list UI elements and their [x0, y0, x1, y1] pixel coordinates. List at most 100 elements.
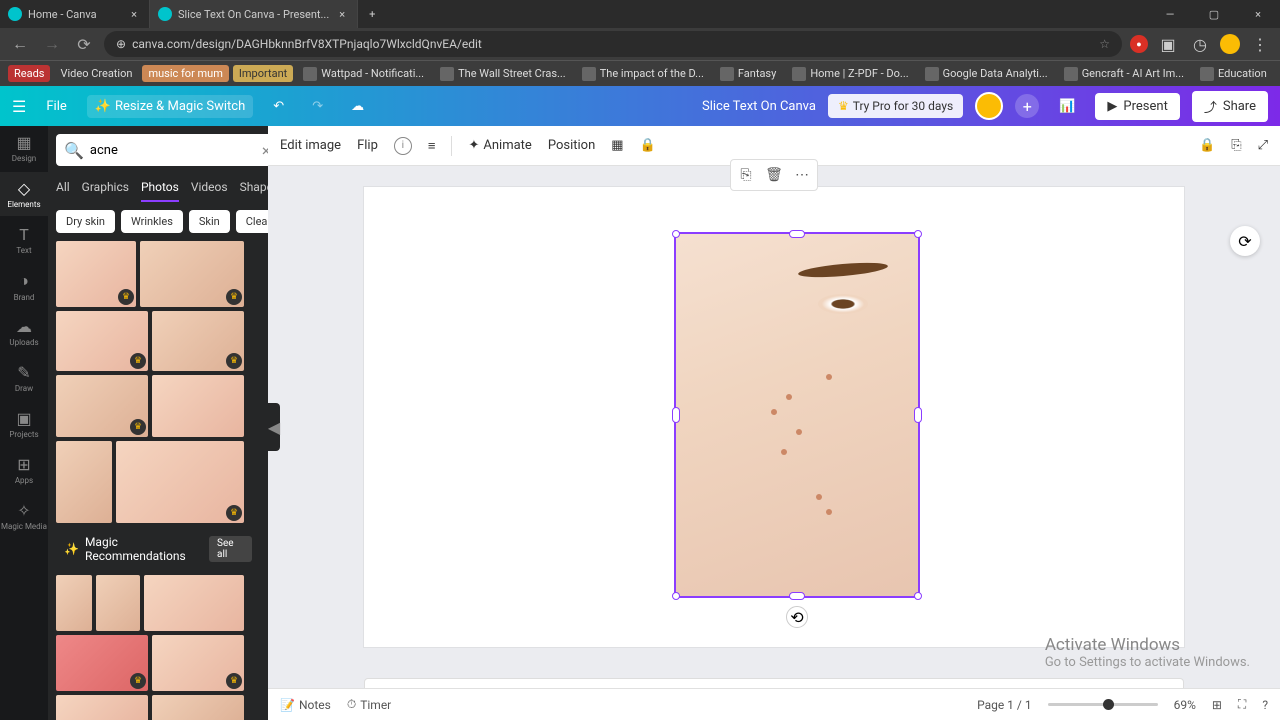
zoom-value[interactable]: 69% — [1174, 698, 1196, 712]
close-icon[interactable]: × — [127, 7, 141, 21]
minimize-button[interactable]: — — [1148, 0, 1192, 28]
more-icon[interactable]: ⋯ — [789, 162, 815, 188]
search-field[interactable] — [90, 143, 256, 158]
page-indicator[interactable]: Page 1 / 1 — [977, 698, 1032, 712]
photo-result[interactable] — [144, 575, 244, 631]
photo-result[interactable] — [56, 575, 92, 631]
bookmark[interactable]: Gencraft - AI Art Im... — [1058, 65, 1190, 83]
resize-handle[interactable] — [789, 230, 805, 238]
delete-icon[interactable]: 🗑 — [761, 162, 787, 188]
share-button[interactable]: ⤴Share — [1192, 91, 1268, 122]
photo-result[interactable]: ♛ — [152, 311, 244, 371]
tab-shapes[interactable]: Shapes — [240, 174, 268, 202]
grid-view-icon[interactable]: ⊞ — [1212, 698, 1222, 712]
tab-photos[interactable]: Photos — [141, 174, 179, 202]
url-input[interactable]: ⊕ canva.com/design/DAGHbknnBrfV8XTPnjaql… — [104, 31, 1122, 57]
rail-apps[interactable]: ⊞Apps — [0, 448, 48, 492]
zoom-thumb[interactable] — [1103, 699, 1114, 710]
resize-handle[interactable] — [672, 407, 680, 423]
resize-handle[interactable] — [789, 592, 805, 600]
page[interactable]: ⎘ 🗑 ⋯ — [364, 187, 1184, 647]
photo-result[interactable] — [152, 375, 244, 437]
rail-text[interactable]: TText — [0, 218, 48, 262]
see-all-button[interactable]: See all — [209, 536, 252, 562]
photo-result[interactable] — [56, 441, 112, 523]
rail-elements[interactable]: ◇Elements — [0, 172, 48, 216]
bookmark[interactable]: Google Data Analyti... — [919, 65, 1054, 83]
new-tab-button[interactable]: + — [358, 8, 386, 21]
lock-page-icon[interactable]: 🔒 — [1199, 138, 1215, 153]
bookmark[interactable]: Video Creation — [54, 65, 138, 82]
photo-result[interactable]: ♛ — [56, 375, 148, 437]
photo-result[interactable]: ♛ — [56, 635, 148, 691]
duplicate-page-icon[interactable]: ⎘ — [1231, 138, 1241, 153]
bookmark[interactable]: Important — [233, 65, 293, 82]
timer-button[interactable]: ⏱Timer — [347, 697, 391, 712]
rail-uploads[interactable]: ☁Uploads — [0, 310, 48, 354]
photo-result[interactable]: ♛ — [152, 635, 244, 691]
expand-icon[interactable]: ⤢ — [1258, 138, 1268, 153]
redo-button[interactable]: ↷ — [304, 95, 331, 118]
chip-clear[interactable]: Clear — [236, 210, 268, 233]
cloud-status-icon[interactable]: ☁ — [343, 95, 372, 118]
position-button[interactable]: Position — [548, 138, 595, 153]
fullscreen-icon[interactable]: ⛶ — [1238, 697, 1246, 712]
menu-icon[interactable]: ☰ — [12, 97, 26, 116]
rail-design[interactable]: ▦Design — [0, 126, 48, 170]
menu-icon[interactable]: ⋮ — [1248, 32, 1272, 56]
reload-button[interactable]: ⟳ — [72, 32, 96, 56]
flip-button[interactable]: Flip — [357, 138, 378, 153]
extension-icon[interactable]: ▣ — [1156, 32, 1180, 56]
resize-handle[interactable] — [672, 230, 680, 238]
chip-skin[interactable]: Skin — [189, 210, 230, 233]
undo-button[interactable]: ↶ — [265, 95, 292, 118]
tab-graphics[interactable]: Graphics — [82, 174, 129, 202]
bookmark[interactable]: The Wall Street Cras... — [434, 65, 572, 83]
chip-wrinkles[interactable]: Wrinkles — [121, 210, 183, 233]
browser-tab[interactable]: Slice Text On Canva - Present... × — [150, 0, 358, 28]
profile-avatar[interactable] — [1220, 34, 1240, 54]
rail-projects[interactable]: ▣Projects — [0, 402, 48, 446]
photo-result[interactable] — [56, 695, 148, 720]
try-pro-button[interactable]: ♛Try Pro for 30 days — [828, 94, 963, 118]
resize-handle[interactable] — [672, 592, 680, 600]
bookmark[interactable]: Home | Z-PDF - Do... — [786, 65, 914, 83]
photo-result[interactable] — [152, 695, 244, 720]
canvas-viewport[interactable]: ⟳ ⎘ 🗑 ⋯ — [268, 166, 1280, 668]
close-icon[interactable]: × — [335, 7, 349, 21]
forward-button[interactable]: → — [40, 32, 64, 56]
bookmark[interactable]: Reads — [8, 65, 50, 82]
present-button[interactable]: ▶Present — [1095, 93, 1179, 120]
user-avatar[interactable] — [975, 92, 1003, 120]
notes-button[interactable]: 📝Notes — [280, 698, 331, 712]
animate-button[interactable]: ✦Animate — [468, 138, 531, 153]
resize-button[interactable]: ✨Resize & Magic Switch — [87, 95, 254, 118]
refresh-icon[interactable]: ⟳ — [1230, 226, 1260, 256]
close-window-button[interactable]: × — [1236, 0, 1280, 28]
bookmark[interactable]: Fantasy — [714, 65, 782, 83]
rail-brand[interactable]: ◑Brand — [0, 264, 48, 308]
resize-handle[interactable] — [914, 592, 922, 600]
add-member-button[interactable]: + — [1015, 94, 1039, 118]
browser-tab[interactable]: Home - Canva × — [0, 0, 150, 28]
tab-all[interactable]: All — [56, 174, 70, 202]
maximize-button[interactable]: ▢ — [1192, 0, 1236, 28]
duplicate-icon[interactable]: ⎘ — [733, 162, 759, 188]
file-menu[interactable]: File — [38, 95, 74, 118]
photo-result[interactable] — [96, 575, 140, 631]
help-icon[interactable]: ? — [1262, 698, 1268, 712]
document-title[interactable]: Slice Text On Canva — [702, 99, 816, 114]
bookmark[interactable]: Wattpad - Notificati... — [297, 65, 430, 83]
bookmark[interactable]: The impact of the D... — [576, 65, 710, 83]
zoom-slider[interactable] — [1048, 703, 1158, 706]
info-icon[interactable]: i — [394, 137, 412, 155]
adblock-icon[interactable]: ● — [1130, 35, 1148, 53]
transparency-icon[interactable]: ▦ — [611, 138, 623, 153]
resize-handle[interactable] — [914, 230, 922, 238]
extension-icon[interactable]: ◷ — [1188, 32, 1212, 56]
photo-result[interactable]: ♛ — [116, 441, 244, 523]
photo-result[interactable]: ♛ — [56, 311, 148, 371]
resize-handle[interactable] — [914, 407, 922, 423]
photo-result[interactable]: ♛ — [140, 241, 244, 307]
search-input[interactable]: 🔍 × — [56, 134, 268, 166]
